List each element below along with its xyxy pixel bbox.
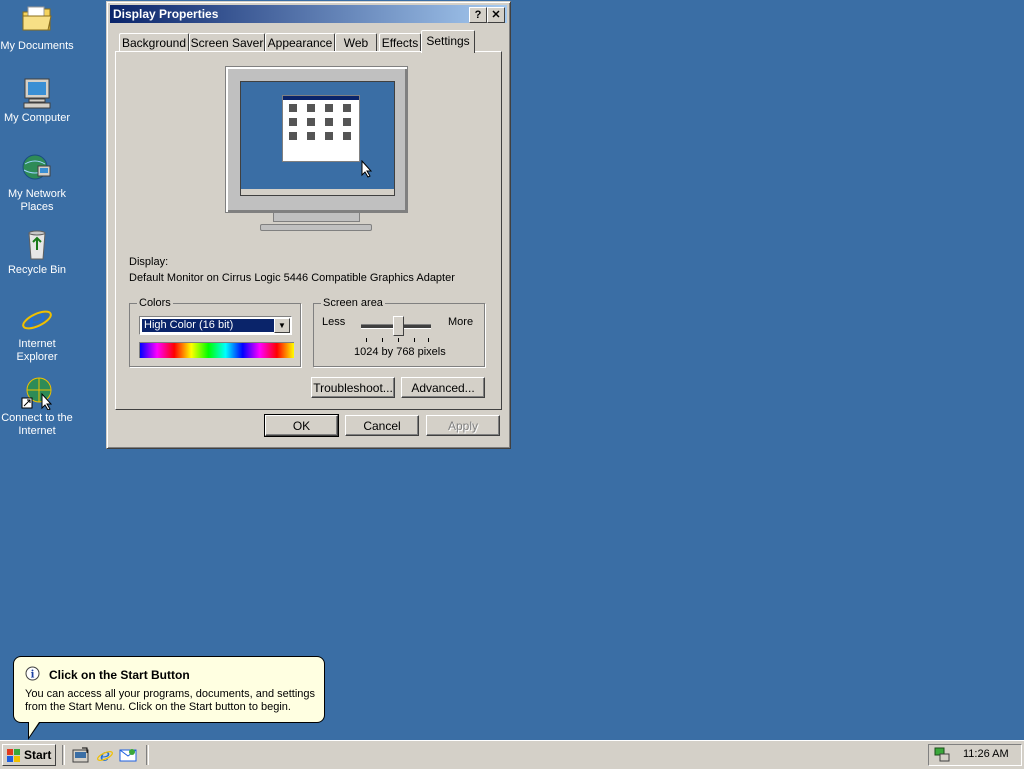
desktop-icon-my-network-places[interactable]: My Network Places bbox=[0, 152, 74, 214]
screen-area-slider-thumb[interactable] bbox=[393, 316, 404, 336]
more-label: More bbox=[448, 316, 474, 328]
desktop-icon-label: Connect to the Internet bbox=[1, 412, 73, 437]
folder-icon bbox=[20, 4, 54, 38]
balloon-title: Click on the Start Button bbox=[49, 668, 190, 682]
apply-button[interactable]: Apply bbox=[426, 415, 500, 436]
tab-label: Screen Saver bbox=[190, 36, 264, 50]
tab-effects[interactable]: Effects bbox=[379, 33, 421, 52]
window-title: Display Properties bbox=[113, 7, 219, 21]
colors-dropdown[interactable]: High Color (16 bit) ▼ bbox=[139, 316, 292, 335]
slider-tick bbox=[414, 338, 415, 342]
desktop-icon-connect-to-internet[interactable]: Connect to the Internet bbox=[0, 376, 74, 438]
preview-taskbar bbox=[241, 189, 394, 195]
help-button[interactable]: ? bbox=[469, 7, 487, 23]
recycle-bin-icon bbox=[20, 228, 54, 262]
tab-label: Effects bbox=[381, 36, 419, 50]
tab-label: Appearance bbox=[267, 36, 333, 50]
tab-background[interactable]: Background bbox=[119, 33, 189, 52]
desktop-icon-my-documents[interactable]: My Documents bbox=[0, 4, 74, 53]
desktop-icon-label: My Documents bbox=[0, 40, 74, 52]
slider-tick bbox=[428, 338, 429, 342]
desktop-icon-label: Internet Explorer bbox=[16, 338, 58, 363]
ie-icon: e bbox=[20, 302, 54, 337]
cancel-button[interactable]: Cancel bbox=[345, 415, 419, 436]
svg-text:i: i bbox=[31, 670, 35, 681]
colors-dropdown-value: High Color (16 bit) bbox=[142, 319, 276, 332]
connect-icon bbox=[20, 376, 54, 411]
close-icon: ✕ bbox=[491, 9, 501, 21]
close-button[interactable]: ✕ bbox=[487, 7, 505, 23]
preview-window bbox=[282, 95, 360, 162]
less-label: Less bbox=[322, 316, 346, 328]
help-icon: ? bbox=[474, 9, 482, 21]
display-label: Display: bbox=[129, 256, 169, 268]
button-label: Troubleshoot... bbox=[313, 381, 393, 395]
button-label: Cancel bbox=[363, 419, 401, 433]
show-desktop-icon[interactable] bbox=[72, 747, 90, 763]
svg-text:e: e bbox=[28, 302, 46, 336]
windows-logo-icon bbox=[7, 749, 20, 762]
monitor-preview-screen bbox=[240, 81, 395, 196]
system-tray: 11:26 AM bbox=[928, 744, 1022, 766]
slider-tick bbox=[382, 338, 383, 342]
screen-area-group-title: Screen area bbox=[321, 297, 385, 309]
start-button[interactable]: Start bbox=[2, 744, 56, 766]
tab-web[interactable]: Web bbox=[335, 33, 377, 52]
desktop-icon-my-computer[interactable]: My Computer bbox=[0, 76, 74, 125]
balloon-body-line1: You can access all your programs, docume… bbox=[25, 688, 316, 700]
network-tray-icon[interactable] bbox=[934, 747, 950, 763]
outlook-express-icon[interactable] bbox=[119, 747, 137, 763]
quick-launch-separator bbox=[146, 745, 149, 765]
screen-area-group: Screen area Less More 1024 by 768 pixels bbox=[313, 297, 485, 367]
balloon-body-line2: from the Start Menu. Click on the Start … bbox=[25, 701, 291, 713]
ok-button[interactable]: OK bbox=[264, 414, 339, 437]
color-spectrum-bar bbox=[139, 342, 294, 358]
network-icon bbox=[20, 152, 54, 186]
desktop-icon-label: My Computer bbox=[3, 112, 71, 124]
desktop-icon-label: My Network Places bbox=[7, 188, 67, 213]
desktop-icon-recycle-bin[interactable]: Recycle Bin bbox=[0, 228, 74, 277]
settings-panel: Display: Default Monitor on Cirrus Logic… bbox=[115, 51, 502, 410]
cursor-icon bbox=[361, 160, 373, 178]
clock[interactable]: 11:26 AM bbox=[963, 748, 1009, 760]
advanced-button[interactable]: Advanced... bbox=[401, 377, 485, 398]
button-label: Apply bbox=[447, 419, 479, 433]
window-titlebar[interactable]: Display Properties ? ✕ bbox=[110, 5, 507, 23]
display-adapter-text: Default Monitor on Cirrus Logic 5446 Com… bbox=[129, 272, 455, 284]
desktop-icon-internet-explorer[interactable]: e Internet Explorer bbox=[0, 302, 74, 364]
resolution-text: 1024 by 768 pixels bbox=[354, 346, 446, 358]
start-button-balloon[interactable]: i Click on the Start Button You can acce… bbox=[13, 656, 325, 723]
button-label: Advanced... bbox=[411, 381, 475, 395]
desktop-icon-label: Recycle Bin bbox=[7, 264, 67, 276]
chevron-down-icon[interactable]: ▼ bbox=[274, 318, 290, 333]
colors-group: Colors High Color (16 bit) ▼ bbox=[129, 297, 301, 367]
tab-label: Background bbox=[121, 36, 187, 50]
computer-icon bbox=[20, 76, 54, 110]
monitor-neck bbox=[273, 212, 360, 222]
slider-tick bbox=[366, 338, 367, 342]
troubleshoot-button[interactable]: Troubleshoot... bbox=[311, 377, 395, 398]
tab-settings[interactable]: Settings bbox=[421, 30, 475, 53]
quick-launch-separator bbox=[62, 745, 65, 765]
info-icon: i bbox=[25, 666, 40, 681]
taskbar: Start e 11:26 AM bbox=[0, 740, 1024, 769]
tab-label: Web bbox=[343, 36, 369, 50]
display-properties-window: Display Properties ? ✕ Background Screen… bbox=[106, 1, 511, 449]
balloon-tail-fill bbox=[29, 719, 41, 737]
monitor-base bbox=[260, 224, 372, 231]
tab-screen-saver[interactable]: Screen Saver bbox=[189, 33, 265, 52]
colors-group-title: Colors bbox=[137, 297, 173, 309]
button-label: OK bbox=[292, 419, 311, 433]
monitor-preview bbox=[225, 66, 408, 213]
slider-tick bbox=[398, 338, 399, 342]
start-label: Start bbox=[24, 748, 52, 762]
tab-label: Settings bbox=[426, 34, 470, 48]
ie-quicklaunch-icon[interactable]: e bbox=[96, 746, 114, 764]
tab-appearance[interactable]: Appearance bbox=[265, 33, 335, 52]
